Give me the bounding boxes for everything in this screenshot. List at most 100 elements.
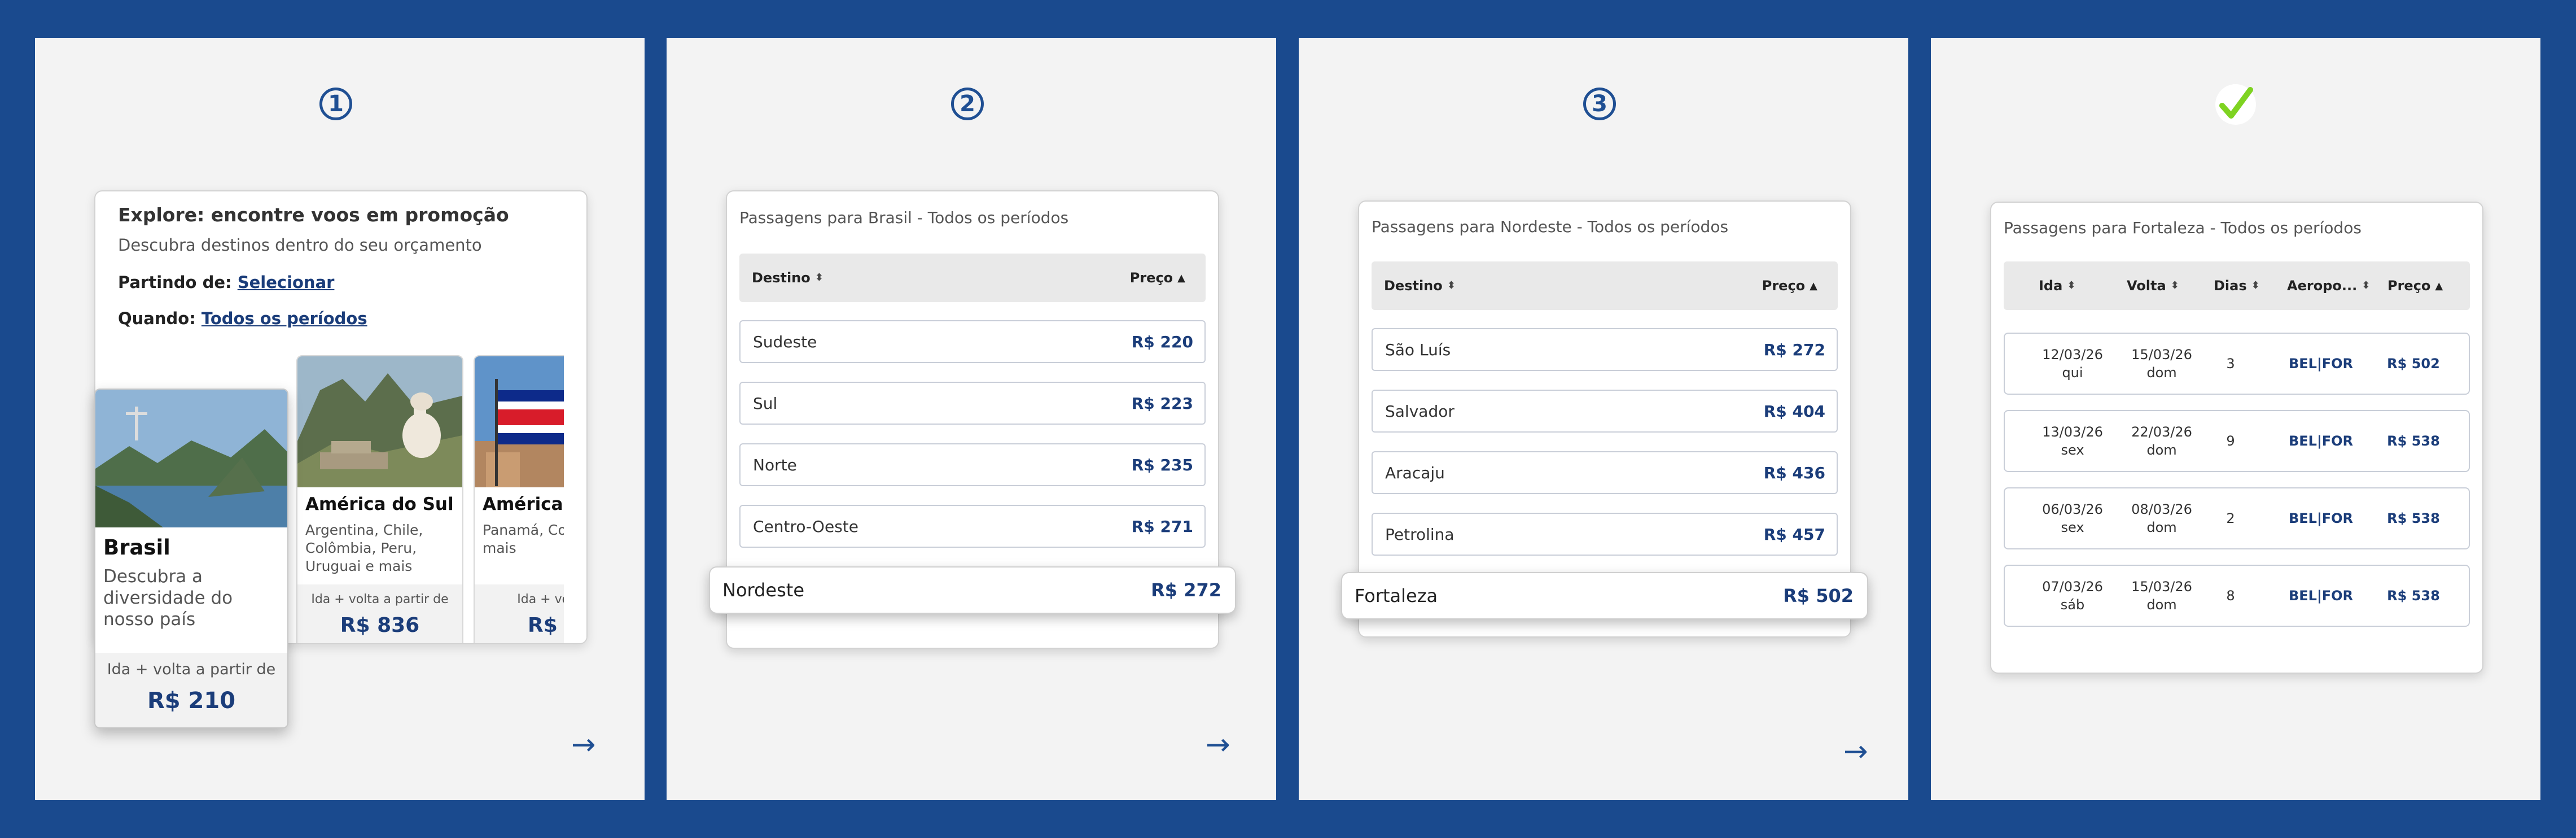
destination-price-box: Ida + volta a partir de R$ 836 bbox=[297, 584, 462, 643]
period-line: Quando: Todos os períodos bbox=[118, 309, 367, 328]
list-item[interactable]: Centro-Oeste R$ 271 bbox=[739, 505, 1206, 548]
list-item[interactable]: Salvador R$ 404 bbox=[1372, 390, 1838, 433]
origin-label: Partindo de: bbox=[118, 273, 232, 292]
origin-line: Partindo de: Selecionar bbox=[118, 273, 334, 292]
dias-column-header[interactable]: Dias ⬍ bbox=[2214, 261, 2260, 310]
row-name: São Luís bbox=[1385, 340, 1451, 359]
volta-cell: 15/03/26 dom bbox=[2131, 579, 2192, 613]
sort-icon: ⬍ bbox=[1447, 280, 1456, 291]
price-from-label: Ida + volta a partir de bbox=[107, 661, 276, 678]
step-number-3: 3 bbox=[1583, 88, 1616, 120]
aeroporto-header-label: Aeropo... bbox=[2287, 278, 2358, 294]
highlighted-list-item[interactable]: Nordeste R$ 272 bbox=[709, 566, 1236, 614]
dias-cell: 9 bbox=[2226, 433, 2235, 449]
airport-cell: BEL|FOR bbox=[2288, 433, 2354, 449]
list-item[interactable]: São Luís R$ 272 bbox=[1372, 328, 1838, 371]
row-name: Sudeste bbox=[753, 332, 817, 351]
row-price: R$ 436 bbox=[1763, 463, 1825, 482]
flight-row[interactable]: 12/03/26 qui 15/03/26 dom 3 BEL|FOR R$ 502 bbox=[2004, 333, 2470, 395]
highlighted-list-item[interactable]: Fortaleza R$ 502 bbox=[1341, 572, 1868, 619]
destination-column-header[interactable]: Destino ⬍ bbox=[1384, 261, 1456, 310]
row-name: Sul bbox=[753, 394, 778, 413]
step-1-panel: 1 Explore: encontre voos em promoção Des… bbox=[35, 38, 645, 800]
dias-cell: 8 bbox=[2226, 588, 2235, 604]
period-label: Quando: bbox=[118, 309, 196, 328]
step-number-2: 2 bbox=[951, 88, 984, 120]
sort-icon: ⬍ bbox=[2251, 280, 2260, 291]
list-item[interactable]: Sudeste R$ 220 bbox=[739, 320, 1206, 363]
flight-row[interactable]: 13/03/26 sex 22/03/26 dom 9 BEL|FOR R$ 538 bbox=[2004, 410, 2470, 472]
volta-column-header[interactable]: Volta ⬍ bbox=[2127, 261, 2179, 310]
price-cell: R$ 502 bbox=[2387, 356, 2440, 372]
preco-column-header[interactable]: Preço ▲ bbox=[2387, 261, 2443, 310]
row-price: R$ 223 bbox=[1131, 394, 1193, 413]
flights-table-header: Ida ⬍ Volta ⬍ Dias ⬍ Aeropo... ⬍ Preço ▲ bbox=[2004, 261, 2470, 310]
list-item[interactable]: Norte R$ 235 bbox=[739, 443, 1206, 486]
flight-row[interactable]: 06/03/26 sex 08/03/26 dom 2 BEL|FOR R$ 538 bbox=[2004, 487, 2470, 549]
list-item[interactable]: Sul R$ 223 bbox=[739, 382, 1206, 425]
origin-select-link[interactable]: Selecionar bbox=[238, 273, 335, 292]
next-arrow-icon[interactable]: → bbox=[571, 730, 596, 760]
sort-asc-icon: ▲ bbox=[2435, 280, 2443, 292]
next-arrow-icon[interactable]: → bbox=[1843, 737, 1868, 766]
destination-card-brasil[interactable]: Brasil Descubra a diversidade do nosso p… bbox=[94, 389, 288, 728]
list-title: Passagens para Brasil - Todos os período… bbox=[739, 208, 1069, 227]
list-title: Passagens para Nordeste - Todos os perío… bbox=[1372, 217, 1729, 236]
next-arrow-icon[interactable]: → bbox=[1206, 730, 1230, 760]
destination-column-header[interactable]: Destino ⬍ bbox=[752, 254, 823, 302]
dias-header-label: Dias bbox=[2214, 278, 2247, 294]
destination-price-box: Ida + volta a partir de R$ 210 bbox=[95, 653, 287, 727]
row-name: Petrolina bbox=[1385, 525, 1455, 544]
list-title: Passagens para Fortaleza - Todos os perí… bbox=[2004, 219, 2362, 237]
destination-name: América do Sul bbox=[305, 494, 454, 514]
card-edge-mask bbox=[564, 350, 586, 643]
price-column-header[interactable]: Preço ▲ bbox=[1762, 261, 1817, 310]
price-cell: R$ 538 bbox=[2387, 588, 2440, 604]
ida-cell: 07/03/26 sáb bbox=[2042, 579, 2103, 613]
list-header: Destino ⬍ Preço ▲ bbox=[739, 254, 1206, 302]
row-price: R$ 272 bbox=[1763, 340, 1825, 359]
destination-price: R$ 210 bbox=[147, 688, 236, 714]
dias-cell: 2 bbox=[2226, 510, 2235, 526]
flight-row[interactable]: 07/03/26 sáb 15/03/26 dom 8 BEL|FOR R$ 538 bbox=[2004, 565, 2470, 627]
row-price: R$ 271 bbox=[1131, 517, 1193, 536]
sort-icon: ⬍ bbox=[2170, 280, 2179, 291]
volta-cell: 08/03/26 dom bbox=[2131, 501, 2192, 535]
explore-title: Explore: encontre voos em promoção bbox=[118, 204, 509, 226]
row-name: Norte bbox=[753, 455, 797, 474]
destination-description: Argentina, Chile, Colômbia, Peru, Urugua… bbox=[305, 522, 423, 574]
price-column-header[interactable]: Preço ▲ bbox=[1130, 254, 1185, 302]
destination-header-label: Destino bbox=[1384, 278, 1443, 294]
volta-cell: 15/03/26 dom bbox=[2131, 347, 2192, 381]
volta-header-label: Volta bbox=[2127, 278, 2166, 294]
sort-asc-icon: ▲ bbox=[1177, 272, 1185, 284]
destination-name: Brasil bbox=[103, 535, 170, 560]
step-3-panel: 3 Passagens para Nordeste - Todos os per… bbox=[1299, 38, 1908, 800]
row-name: Nordeste bbox=[722, 579, 805, 601]
row-name: Centro-Oeste bbox=[753, 517, 858, 536]
step-4-panel: Passagens para Fortaleza - Todos os perí… bbox=[1931, 38, 2540, 800]
aeroporto-column-header[interactable]: Aeropo... ⬍ bbox=[2287, 261, 2370, 310]
list-item[interactable]: Aracaju R$ 436 bbox=[1372, 451, 1838, 494]
sort-asc-icon: ▲ bbox=[1810, 280, 1817, 292]
period-link[interactable]: Todos os períodos bbox=[201, 309, 367, 328]
row-name: Salvador bbox=[1385, 401, 1455, 421]
price-from-label: Ida + volta a partir de bbox=[311, 592, 449, 606]
sort-icon: ⬍ bbox=[814, 272, 823, 283]
row-price: R$ 457 bbox=[1763, 525, 1825, 544]
list-item[interactable]: Petrolina R$ 457 bbox=[1372, 513, 1838, 556]
ida-cell: 13/03/26 sex bbox=[2042, 424, 2103, 458]
price-header-label: Preço bbox=[1762, 278, 1806, 294]
price-cell: R$ 538 bbox=[2387, 433, 2440, 449]
ida-cell: 06/03/26 sex bbox=[2042, 501, 2103, 535]
ida-cell: 12/03/26 qui bbox=[2042, 347, 2103, 381]
airport-cell: BEL|FOR bbox=[2288, 510, 2354, 526]
preco-header-label: Preço bbox=[2387, 278, 2431, 294]
destination-card-south-america[interactable]: América do Sul Argentina, Chile, Colômbi… bbox=[296, 355, 463, 643]
ida-column-header[interactable]: Ida ⬍ bbox=[2039, 261, 2075, 310]
flights-list-card: Passagens para Fortaleza - Todos os perí… bbox=[1990, 202, 2483, 674]
destination-description: Descubra a diversidade do nosso país bbox=[103, 566, 233, 630]
list-header: Destino ⬍ Preço ▲ bbox=[1372, 261, 1838, 310]
row-price: R$ 235 bbox=[1131, 455, 1193, 474]
machu-picchu-image bbox=[297, 356, 462, 487]
